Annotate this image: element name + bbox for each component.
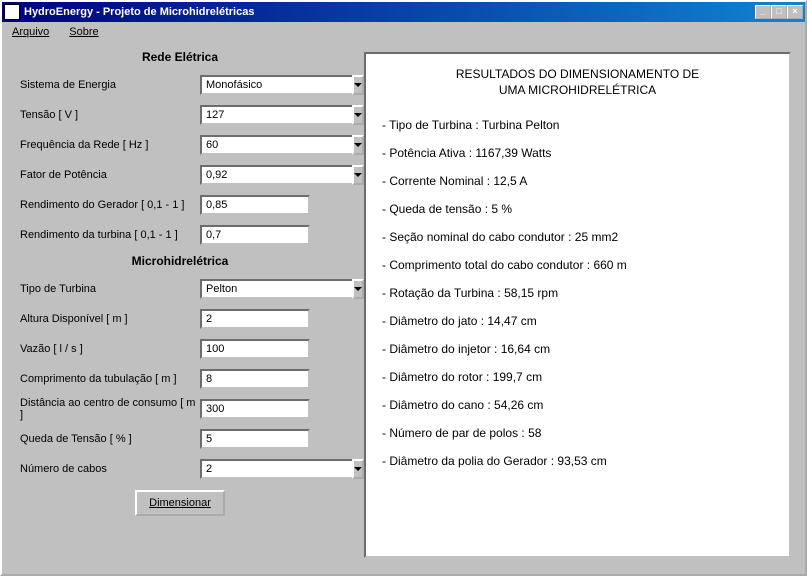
results-box: RESULTADOS DO DIMENSIONAMENTO DE UMA MIC… [364,52,791,558]
row-tensao: Tensão [ V ] [10,100,350,130]
results-title-line2: UMA MICROHIDRELÉTRICA [499,83,656,97]
menubar: Arquivo Sobre [2,22,805,42]
label-freq: Frequência da Rede [ Hz ] [10,139,200,151]
window-controls: _ □ × [755,5,803,19]
app-icon [4,4,20,20]
menu-arquivo[interactable]: Arquivo [6,24,55,40]
content-area: Rede Elétrica Sistema de Energia Tensão … [2,42,805,574]
results-line: - Potência Ativa : 1167,39 Watts [382,146,773,160]
combo-tipo-text[interactable] [200,279,352,299]
row-tipo: Tipo de Turbina [10,274,350,304]
row-queda: Queda de Tensão [ % ] [10,424,350,454]
row-vazao: Vazão [ l / s ] [10,334,350,364]
input-vazao[interactable] [200,339,310,359]
combo-freq-text[interactable] [200,135,352,155]
label-vazao: Vazão [ l / s ] [10,343,200,355]
combo-tensao[interactable] [200,105,310,125]
combo-fator-text[interactable] [200,165,352,185]
menu-sobre[interactable]: Sobre [63,24,104,40]
row-comp-tub: Comprimento da tubulação [ m ] [10,364,350,394]
input-queda[interactable] [200,429,310,449]
titlebar: HydroEnergy - Projeto de Microhidrelétri… [2,2,805,22]
results-line: - Número de par de polos : 58 [382,426,773,440]
input-rend-ger[interactable] [200,195,310,215]
label-dist: Distância ao centro de consumo [ m ] [10,397,200,421]
row-num-cabos: Número de cabos [10,454,350,484]
app-window: HydroEnergy - Projeto de Microhidrelétri… [0,0,807,576]
button-row: Dimensionar [10,490,350,516]
maximize-button[interactable]: □ [771,5,787,19]
input-rend-turb[interactable] [200,225,310,245]
section-header-micro: Microhidrelétrica [10,254,350,268]
row-rend-ger: Rendimento do Gerador [ 0,1 - 1 ] [10,190,350,220]
results-line: - Queda de tensão : 5 % [382,202,773,216]
label-comp-tub: Comprimento da tubulação [ m ] [10,373,200,385]
results-line: - Comprimento total do cabo condutor : 6… [382,258,773,272]
combo-tensao-text[interactable] [200,105,352,125]
results-line: - Diâmetro da polia do Gerador : 93,53 c… [382,454,773,468]
results-line: - Diâmetro do rotor : 199,7 cm [382,370,773,384]
label-num-cabos: Número de cabos [10,463,200,475]
label-sistema: Sistema de Energia [10,79,200,91]
results-line: - Rotação da Turbina : 58,15 rpm [382,286,773,300]
combo-tipo[interactable] [200,279,310,299]
results-title-line1: RESULTADOS DO DIMENSIONAMENTO DE [456,67,699,81]
combo-num-cabos-text[interactable] [200,459,352,479]
close-button[interactable]: × [787,5,803,19]
left-panel: Rede Elétrica Sistema de Energia Tensão … [10,46,350,564]
results-line: - Diâmetro do jato : 14,47 cm [382,314,773,328]
label-fator: Fator de Potência [10,169,200,181]
label-altura: Altura Disponível [ m ] [10,313,200,325]
input-comp-tub[interactable] [200,369,310,389]
combo-freq[interactable] [200,135,310,155]
row-rend-turb: Rendimento da turbina [ 0,1 - 1 ] [10,220,350,250]
window-title: HydroEnergy - Projeto de Microhidrelétri… [24,6,755,18]
results-title: RESULTADOS DO DIMENSIONAMENTO DE UMA MIC… [382,66,773,98]
combo-sistema[interactable] [200,75,310,95]
label-tipo: Tipo de Turbina [10,283,200,295]
row-fator: Fator de Potência [10,160,350,190]
right-panel: RESULTADOS DO DIMENSIONAMENTO DE UMA MIC… [350,46,797,564]
combo-num-cabos[interactable] [200,459,310,479]
dimensionar-button[interactable]: Dimensionar [135,490,225,516]
row-dist: Distância ao centro de consumo [ m ] [10,394,350,424]
label-tensao: Tensão [ V ] [10,109,200,121]
row-sistema: Sistema de Energia [10,70,350,100]
label-queda: Queda de Tensão [ % ] [10,433,200,445]
results-line: - Seção nominal do cabo condutor : 25 mm… [382,230,773,244]
row-altura: Altura Disponível [ m ] [10,304,350,334]
label-rend-turb: Rendimento da turbina [ 0,1 - 1 ] [10,229,200,241]
results-line: - Tipo de Turbina : Turbina Pelton [382,118,773,132]
row-freq: Frequência da Rede [ Hz ] [10,130,350,160]
input-altura[interactable] [200,309,310,329]
results-line: - Diâmetro do injetor : 16,64 cm [382,342,773,356]
combo-sistema-text[interactable] [200,75,352,95]
minimize-button[interactable]: _ [755,5,771,19]
results-line: - Diâmetro do cano : 54,26 cm [382,398,773,412]
results-line: - Corrente Nominal : 12,5 A [382,174,773,188]
label-rend-ger: Rendimento do Gerador [ 0,1 - 1 ] [10,199,200,211]
input-dist[interactable] [200,399,310,419]
section-header-rede: Rede Elétrica [10,50,350,64]
combo-fator[interactable] [200,165,310,185]
